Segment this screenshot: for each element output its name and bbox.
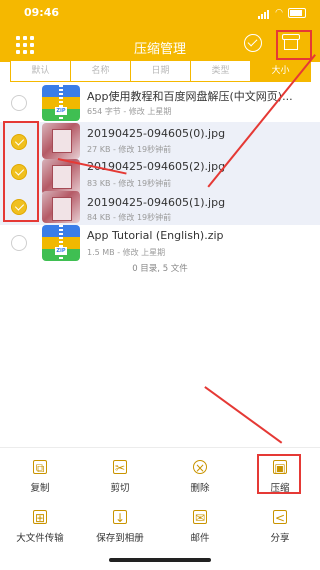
image-thumbnail [42, 159, 80, 195]
status-indicators: ◠ [258, 6, 306, 19]
image-thumbnail [42, 191, 80, 223]
cut-label: 剪切 [110, 483, 130, 494]
status-time: 09:46 [24, 6, 60, 19]
file-meta: 84 KB - 修改 19秒钟前 [87, 213, 172, 222]
select-all-icon[interactable] [244, 34, 262, 52]
cut-icon: ✂ [113, 460, 127, 475]
list-summary: 0 目录, 5 文件 [132, 264, 188, 274]
action-toolbar: ⧉ 复制 ✂ 剪切 × 删除 ▣ 压缩 ⊞ 大文件传输 ↓ 保存到相册 ✉ 邮件… [0, 447, 320, 570]
annotation-box-archive [276, 30, 312, 60]
title-bar: 压缩管理 [0, 30, 320, 58]
share-label: 分享 [270, 533, 290, 544]
select-radio[interactable] [11, 235, 27, 251]
annotation-box-compress [257, 454, 301, 494]
mail-button[interactable]: ✉ 邮件 [160, 510, 240, 544]
save-to-album-button[interactable]: ↓ 保存到相册 [80, 510, 160, 544]
copy-label: 复制 [30, 483, 50, 494]
file-row[interactable]: 20190425-094605(0).jpg 27 KB - 修改 19秒钟前 [0, 122, 320, 159]
file-row[interactable]: 20190425-094605(1).jpg 84 KB - 修改 19秒钟前 [0, 191, 320, 225]
select-radio[interactable] [11, 95, 27, 111]
file-row[interactable]: ZIP App Tutorial (English).zip 1.5 MB - … [0, 225, 320, 261]
page-title: 压缩管理 [133, 42, 186, 57]
annotation-arrow [204, 386, 283, 444]
app-header: 09:46 ◠ 压缩管理 [0, 0, 320, 62]
share-icon: < [273, 510, 287, 525]
battery-icon [288, 7, 306, 18]
save-album-icon: ↓ [113, 510, 127, 525]
wifi-icon: ◠ [275, 7, 283, 18]
image-thumbnail [42, 123, 80, 159]
file-meta: 83 KB - 修改 19秒钟前 [87, 179, 172, 188]
delete-icon: × [193, 460, 207, 475]
zip-archive-icon: ZIP [42, 85, 80, 121]
zip-archive-icon: ZIP [42, 225, 80, 261]
mail-label: 邮件 [190, 533, 210, 544]
transfer-icon: ⊞ [33, 510, 47, 525]
tab-sort-name[interactable]: 名称 [70, 60, 131, 82]
tab-sort-date[interactable]: 日期 [130, 60, 191, 82]
annotation-box-checkboxes [3, 121, 39, 222]
file-row[interactable]: ZIP App使用教程和百度网盘解压(中文网页)... 654 字节 - 修改 … [0, 84, 320, 122]
sort-tabs: 默认 名称 日期 类型 大小 [10, 60, 311, 82]
copy-button[interactable]: ⧉ 复制 [0, 460, 80, 494]
status-bar: 09:46 ◠ [0, 0, 320, 22]
file-meta: 27 KB - 修改 19秒钟前 [87, 145, 172, 154]
tab-sort-type[interactable]: 类型 [190, 60, 251, 82]
large-file-transfer-button[interactable]: ⊞ 大文件传输 [0, 510, 80, 544]
tab-sort-default[interactable]: 默认 [10, 60, 71, 82]
save-album-label: 保存到相册 [96, 533, 144, 544]
file-name: 20190425-094605(0).jpg [87, 127, 226, 140]
copy-icon: ⧉ [33, 460, 47, 475]
mail-icon: ✉ [193, 510, 207, 525]
cut-button[interactable]: ✂ 剪切 [80, 460, 160, 494]
home-indicator [109, 558, 211, 562]
file-name: 20190425-094605(2).jpg [87, 160, 226, 173]
file-name: 20190425-094605(1).jpg [87, 196, 226, 209]
file-name: App使用教程和百度网盘解压(中文网页)... [87, 90, 293, 103]
delete-button[interactable]: × 删除 [160, 460, 240, 494]
signal-icon [258, 6, 270, 19]
file-name: App Tutorial (English).zip [87, 229, 224, 242]
share-button[interactable]: < 分享 [240, 510, 320, 544]
delete-label: 删除 [190, 483, 210, 494]
file-meta: 654 字节 - 修改 上星期 [87, 107, 172, 116]
file-row[interactable]: 20190425-094605(2).jpg 83 KB - 修改 19秒钟前 [0, 159, 320, 195]
file-meta: 1.5 MB - 修改 上星期 [87, 248, 166, 257]
transfer-label: 大文件传输 [16, 533, 64, 544]
